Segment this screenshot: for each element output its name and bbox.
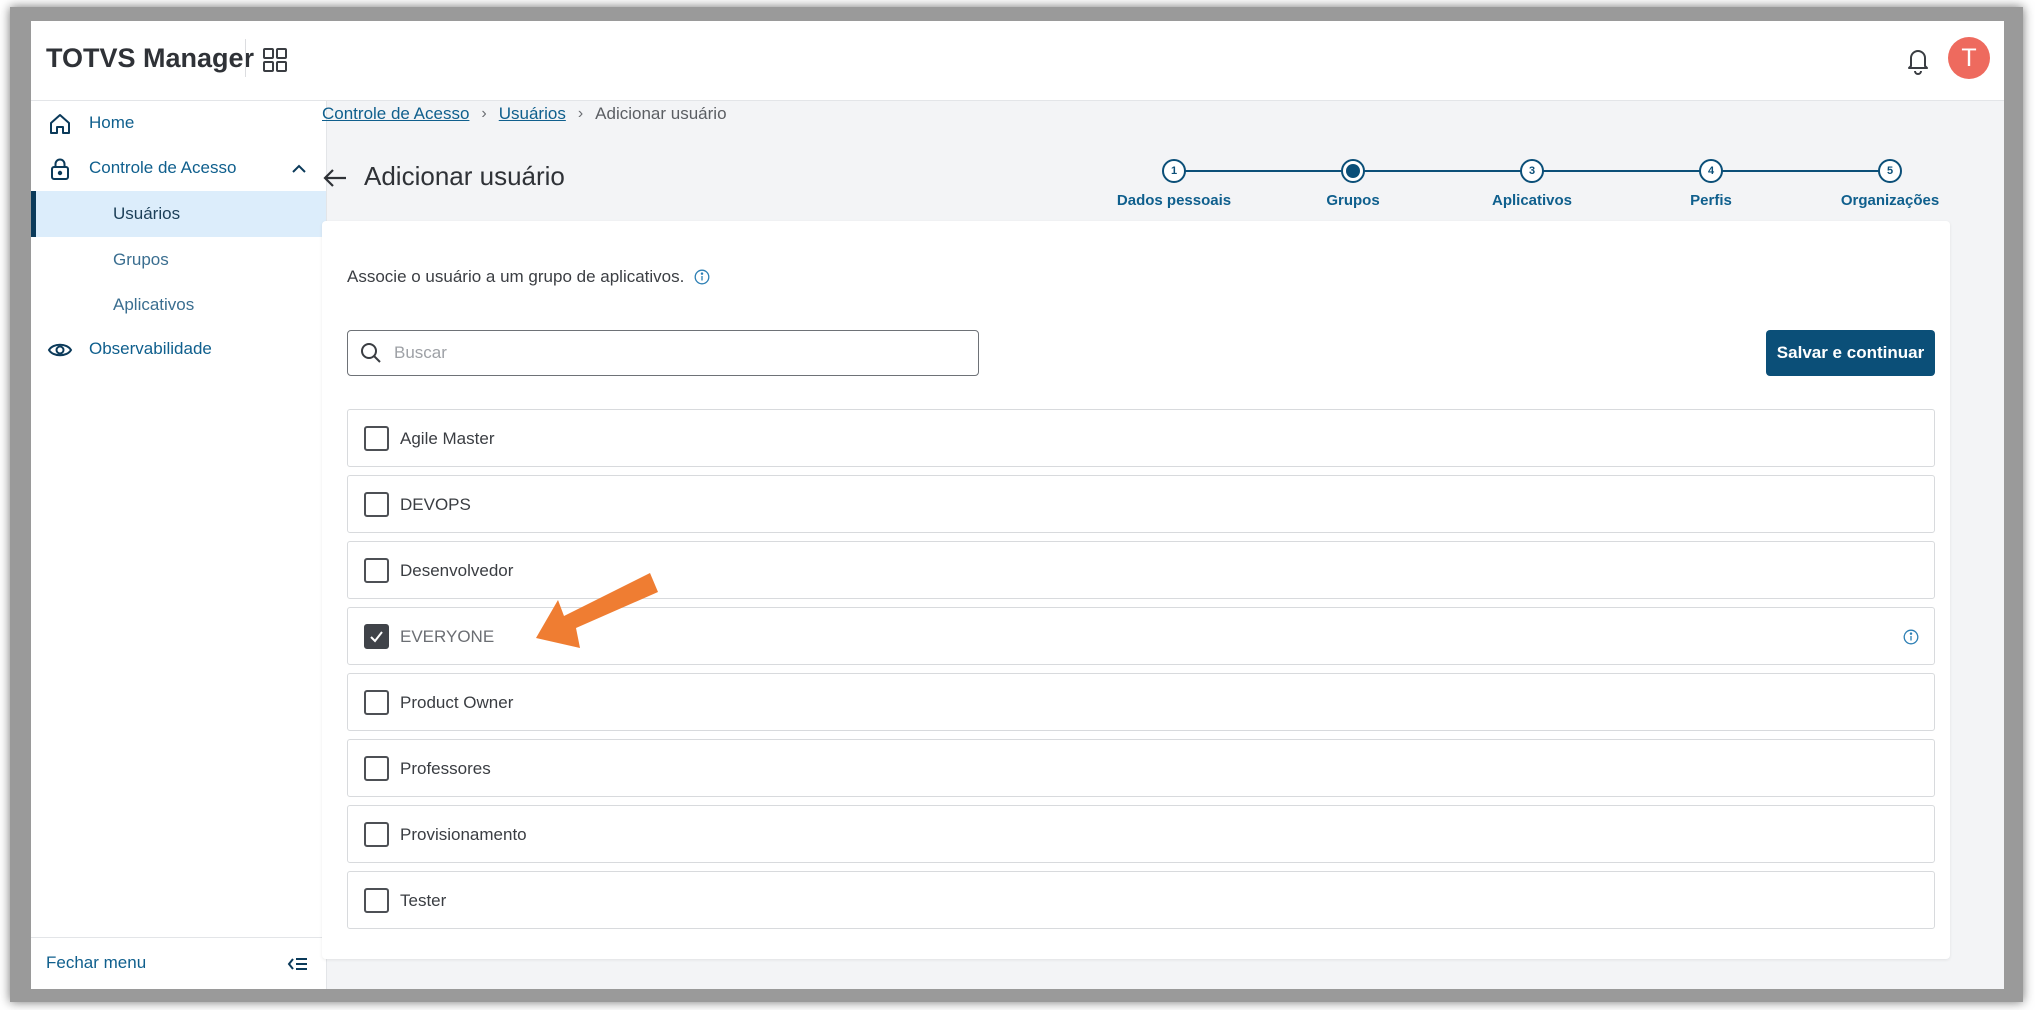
sidebar-item-controle-de-acesso[interactable]: Controle de Acesso [31,146,326,190]
sidebar-item-label: Home [89,113,135,132]
chevron-up-icon[interactable] [289,159,309,179]
step-label: Organizações [1840,192,1940,209]
group-row-tester[interactable]: Tester [347,871,1935,929]
group-checkbox-checked[interactable] [364,624,389,649]
sidebar-footer: Fechar menu [31,937,326,989]
page-title: Adicionar usuário [364,161,565,191]
group-name: DEVOPS [400,495,471,514]
group-row-devops[interactable]: DEVOPS [347,475,1935,533]
sidebar-item-observabilidade[interactable]: Observabilidade [31,327,326,371]
info-icon[interactable] [694,269,710,285]
step-current-indicator [1341,159,1365,183]
lock-icon [51,158,69,180]
chevron-right-icon: › [577,105,584,122]
app-title: TOTVS Manager [46,43,255,73]
annotation-arrow-icon [536,573,658,648]
group-name: Agile Master [400,429,495,448]
group-checkbox[interactable] [364,690,389,715]
sidebar-item-label: Observabilidade [89,339,212,358]
chevron-right-icon: › [481,105,487,122]
search-field[interactable] [347,330,979,376]
breadcrumb: Controle de Acesso › Usuários › Adiciona… [322,104,727,124]
apps-grid-icon[interactable] [262,47,288,73]
breadcrumb-controle-de-acesso[interactable]: Controle de Acesso [322,104,469,124]
step-number: 4 [1699,159,1723,183]
card-description: Associe o usuário a um grupo de aplicati… [347,267,710,287]
group-row-agile-master[interactable]: Agile Master [347,409,1935,467]
group-name: Product Owner [400,693,514,712]
home-icon [50,114,70,134]
checkmark-icon [370,631,383,643]
step-number: 5 [1878,159,1902,183]
group-row-provisionamento[interactable]: Provisionamento [347,805,1935,863]
step-label: Perfis [1690,192,1732,209]
sidebar-item-home[interactable]: Home [31,101,326,145]
step-label: Dados pessoais [1116,192,1232,209]
sidebar: Home Controle de Acesso Usuários Grupos … [31,101,327,989]
group-checkbox[interactable] [364,888,389,913]
collapse-menu-icon[interactable] [287,954,309,974]
search-input[interactable] [394,339,964,367]
group-name: Desenvolvedor [400,561,514,580]
sidebar-item-usuarios[interactable]: Usuários [31,191,326,237]
info-icon[interactable] [1903,629,1919,645]
user-avatar[interactable]: T [1948,37,1990,79]
description-text: Associe o usuário a um grupo de aplicati… [347,267,685,286]
step-label: Aplicativos [1491,192,1573,209]
group-checkbox[interactable] [364,756,389,781]
save-and-continue-button[interactable]: Salvar e continuar [1766,330,1935,376]
step-label: Grupos [1326,192,1380,209]
notification-bell-icon[interactable] [1904,45,1932,75]
group-name: Professores [400,759,491,778]
eye-icon [47,343,73,357]
sidebar-item-label: Controle de Acesso [89,158,237,177]
step-number: 3 [1520,159,1544,183]
top-header: TOTVS Manager T [31,21,2004,101]
stepper: 1 Dados pessoais Grupos 3 Aplicativos 4 … [1090,150,1970,210]
group-row-product-owner[interactable]: Product Owner [347,673,1935,731]
search-icon [361,343,381,363]
back-arrow-icon[interactable] [322,167,348,189]
sidebar-subitem-label: Usuários [113,204,181,223]
group-checkbox[interactable] [364,492,389,517]
breadcrumb-current: Adicionar usuário [595,104,727,123]
group-name: Tester [400,891,447,910]
group-checkbox[interactable] [364,558,389,583]
group-name: EVERYONE [400,627,495,646]
header-divider [245,39,246,77]
close-menu-link[interactable]: Fechar menu [46,953,146,973]
group-checkbox[interactable] [364,426,389,451]
breadcrumb-usuarios[interactable]: Usuários [499,104,566,124]
group-checkbox[interactable] [364,822,389,847]
sidebar-item-grupos[interactable]: Grupos [31,237,326,283]
group-row-professores[interactable]: Professores [347,739,1935,797]
sidebar-subitem-label: Aplicativos [113,295,195,314]
group-name: Provisionamento [400,825,527,844]
step-number: 1 [1162,159,1186,183]
sidebar-subitem-label: Grupos [113,250,169,269]
sidebar-item-aplicativos[interactable]: Aplicativos [31,282,326,328]
